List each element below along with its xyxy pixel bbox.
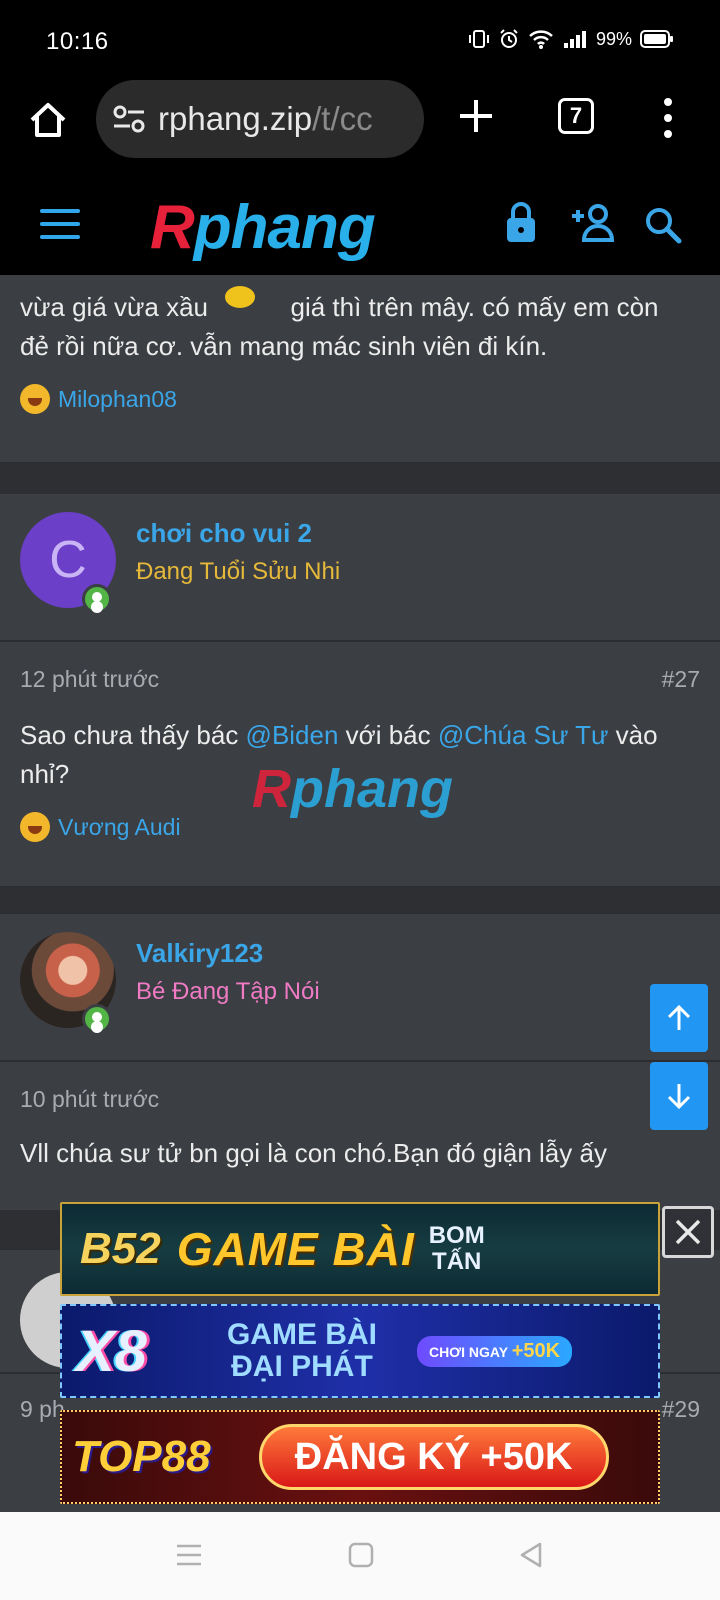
url-text: rphang.zip/t/cc	[158, 100, 373, 138]
ad-banner-b52[interactable]: B52 GAME BÀI BOM TẤN	[60, 1202, 660, 1296]
post-number[interactable]: #27	[662, 666, 700, 693]
post-text-part: giá thì trên mây. có mấy em còn	[290, 292, 659, 322]
post-body: Vll chúa sư tử bn gọi là con chó.Bạn đó …	[20, 1138, 607, 1168]
address-bar[interactable]: rphang.zip/t/cc	[96, 80, 424, 158]
reaction-summary[interactable]: Milophan08	[20, 384, 177, 414]
arrow-up-icon	[667, 1004, 691, 1030]
post-time[interactable]: 12 phút trước	[20, 666, 159, 693]
home-nav-icon[interactable]	[346, 1540, 376, 1570]
close-icon	[675, 1219, 701, 1245]
site-watermark-logo: Rphang	[252, 759, 453, 819]
browser-toolbar: rphang.zip/t/cc 7	[0, 80, 720, 184]
scroll-down-button[interactable]	[650, 1062, 708, 1130]
arrow-down-icon	[667, 1084, 691, 1110]
post-text-part: vào	[608, 720, 658, 750]
reaction-user[interactable]: Vương Audi	[58, 814, 181, 841]
home-button[interactable]	[26, 98, 70, 142]
post-card: C chơi cho vui 2 Đang Tuổi Sửu Nhi 12 ph…	[0, 494, 720, 886]
battery-icon	[640, 29, 674, 49]
username[interactable]: chơi cho vui 2	[136, 518, 312, 549]
post-text-part: vừa giá vừa xầu	[20, 292, 209, 322]
reaction-user[interactable]: Milophan08	[58, 386, 177, 413]
ad-logo: X8	[76, 1318, 147, 1384]
url-path: /t/cc	[312, 100, 373, 137]
menu-dot	[664, 114, 672, 122]
username[interactable]: Valkiry123	[136, 938, 263, 969]
hamburger-menu-icon[interactable]	[40, 209, 80, 239]
mention-link[interactable]: @Chúa Sư Tư	[438, 720, 609, 750]
user-title: Bé Đang Tập Nói	[136, 978, 320, 1005]
ad-register-button[interactable]: ĐĂNG KÝ +50K	[258, 1424, 609, 1490]
site-header: Rphang	[0, 184, 720, 276]
menu-dot	[664, 98, 672, 106]
post-time[interactable]: 10 phút trước	[20, 1086, 159, 1113]
status-bar: 10:16 99%	[0, 0, 720, 80]
post-text-part: đẻ rồi nữa cơ. vẫn mang mác sinh viên đi…	[20, 331, 548, 361]
search-icon[interactable]	[644, 206, 682, 244]
status-icons: 99%	[468, 28, 674, 50]
ad-logo: B52	[80, 1224, 161, 1273]
battery-percent: 99%	[595, 28, 632, 49]
vibrate-icon	[468, 28, 490, 50]
wifi-icon	[528, 28, 554, 50]
post-text-part: với bác	[338, 720, 438, 750]
login-lock-icon[interactable]	[504, 200, 538, 244]
site-logo[interactable]: Rphang	[150, 192, 376, 263]
post-time[interactable]: 9 ph	[20, 1396, 65, 1423]
ad-tagline: BOM TẤN	[428, 1222, 485, 1275]
ad-banner-x8[interactable]: X8 GAME BÀI ĐẠI PHÁT CHƠI NGAY +50K	[60, 1304, 660, 1398]
scroll-up-button[interactable]	[650, 984, 708, 1052]
reaction-summary[interactable]: Vương Audi	[20, 812, 181, 842]
ad-close-button[interactable]	[662, 1206, 714, 1258]
plus-icon	[460, 100, 492, 132]
site-settings-icon[interactable]	[112, 104, 146, 134]
online-status-icon	[82, 584, 112, 614]
home-icon	[30, 103, 66, 137]
divider	[0, 1060, 720, 1062]
ad-banner-top88[interactable]: TOP88 ĐĂNG KÝ +50K	[60, 1410, 660, 1504]
ad-play-now-badge: CHƠI NGAY +50K	[416, 1335, 573, 1367]
post-number[interactable]: #29	[662, 1396, 700, 1423]
post-text-part: nhỉ?	[20, 759, 70, 789]
menu-dot	[664, 130, 672, 138]
emoji-icon	[215, 286, 283, 322]
post-card: Valkiry123 Bé Đang Tập Nói 10 phút trước…	[0, 914, 720, 1210]
status-time: 10:16	[46, 28, 109, 55]
divider	[0, 640, 720, 642]
new-tab-button[interactable]	[456, 96, 496, 136]
mention-link[interactable]: @Biden	[246, 720, 339, 750]
system-nav-bar	[0, 1512, 720, 1600]
alarm-icon	[498, 28, 520, 50]
ad-headline: GAME BÀI	[176, 1223, 415, 1275]
back-nav-icon[interactable]	[516, 1540, 546, 1570]
ad-headline: GAME BÀI ĐẠI PHÁT	[226, 1318, 377, 1383]
post-body: vừa giá vừa xầu giá thì trên mây. có mấy…	[20, 286, 700, 366]
add-user-icon[interactable]	[570, 202, 616, 242]
post-card: vừa giá vừa xầu giá thì trên mây. có mấy…	[0, 276, 720, 462]
post-text-part: Sao chưa thấy bác	[20, 720, 246, 750]
screen: 10:16 99% rphang.zip/t/cc 7 Rphang vừa g…	[0, 0, 720, 1600]
online-status-icon	[82, 1004, 112, 1034]
signal-icon	[562, 28, 588, 50]
tab-switcher-button[interactable]: 7	[558, 98, 594, 134]
user-title: Đang Tuổi Sửu Nhi	[136, 558, 341, 585]
laugh-emoji-icon	[20, 812, 50, 842]
url-host: rphang.zip	[158, 100, 313, 137]
laugh-emoji-icon	[20, 384, 50, 414]
browser-menu-button[interactable]	[660, 98, 676, 138]
ad-logo: TOP88	[72, 1432, 211, 1481]
recent-apps-icon[interactable]	[174, 1540, 204, 1570]
